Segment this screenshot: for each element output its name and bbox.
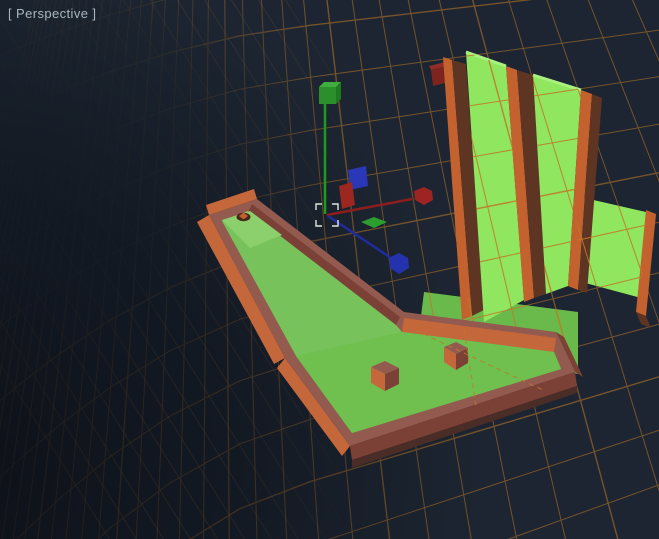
gizmo-y-handle[interactable] [319, 82, 341, 104]
viewport-mode-label[interactable]: [ Perspective ] [8, 6, 96, 21]
perspective-viewport[interactable]: [ Perspective ] [0, 0, 659, 539]
wall-panels[interactable] [443, 52, 602, 322]
